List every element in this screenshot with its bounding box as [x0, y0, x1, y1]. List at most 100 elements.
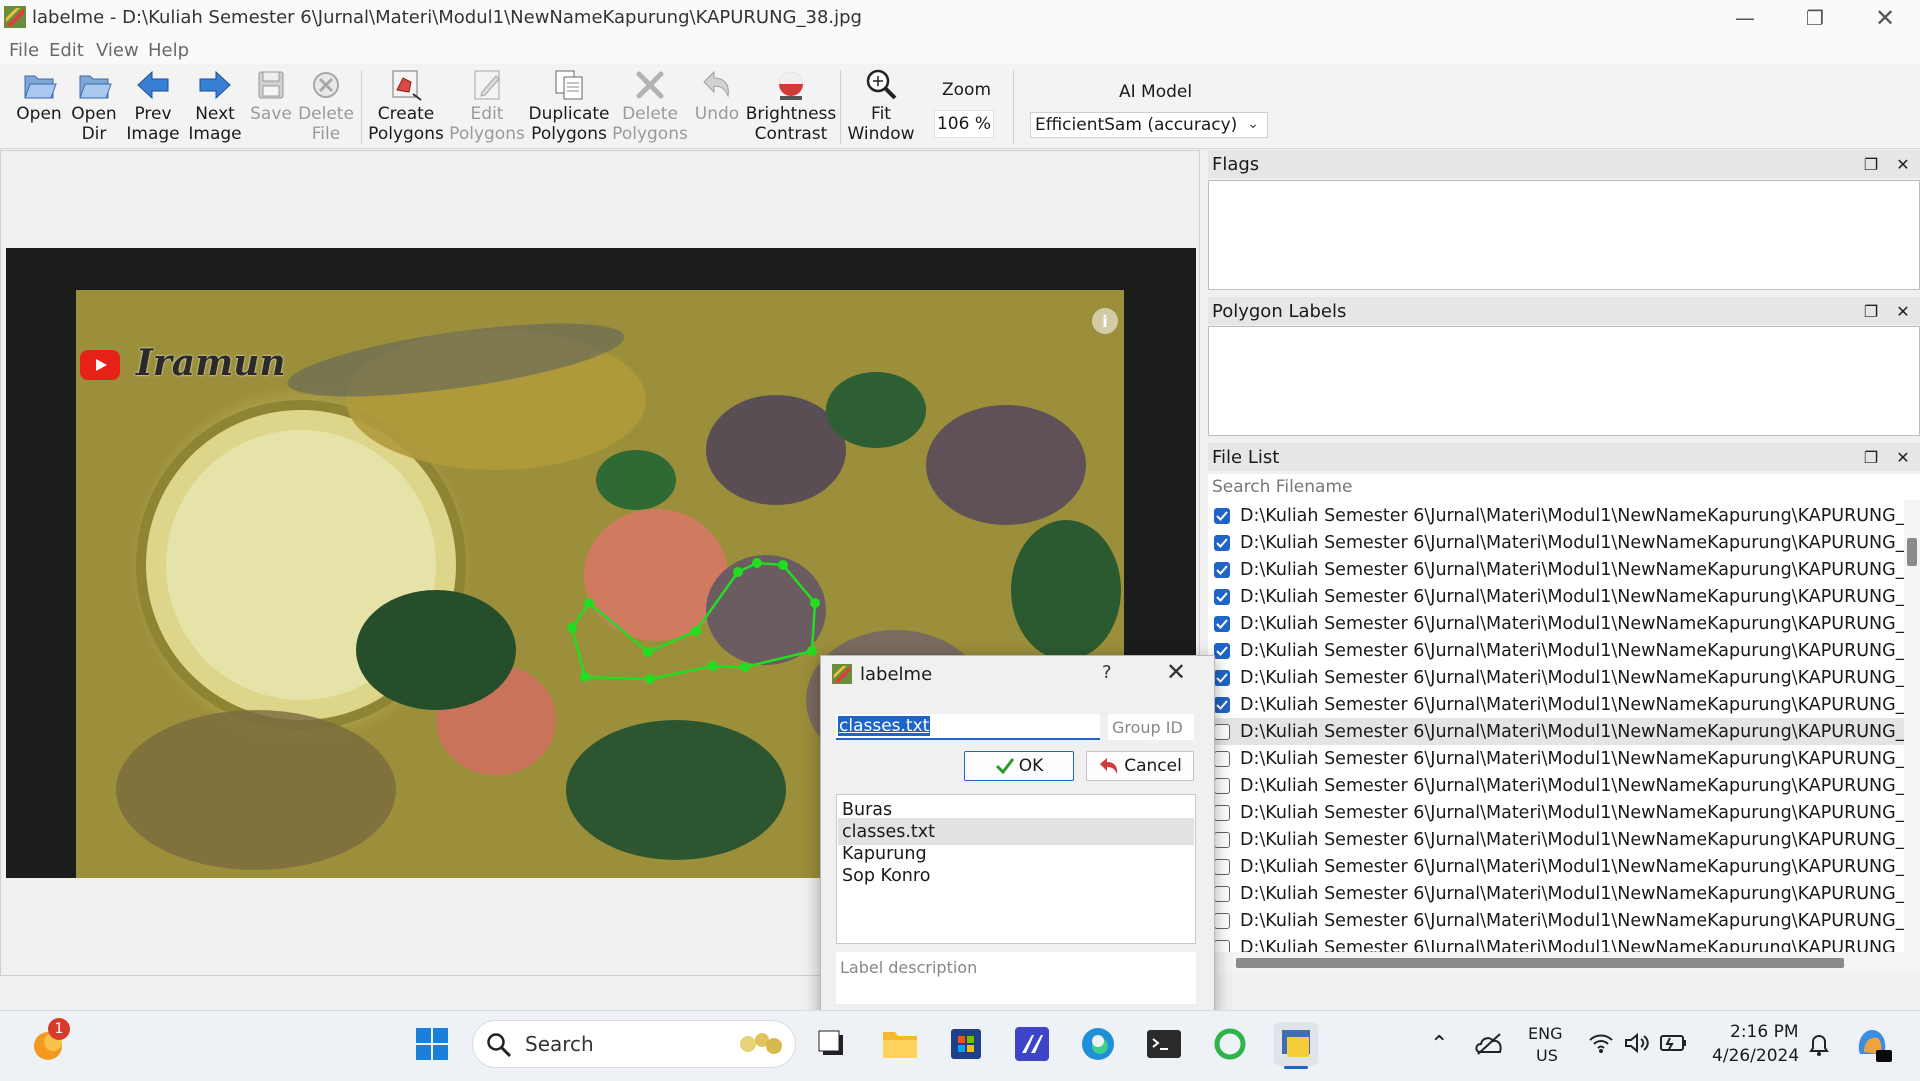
close-icon[interactable]: ✕: [1850, 0, 1920, 36]
task-view-icon[interactable]: [810, 1022, 854, 1066]
microsoft-store-icon[interactable]: [944, 1022, 988, 1066]
file-list-item[interactable]: D:\Kuliah Semester 6\Jurnal\Materi\Modul…: [1208, 772, 1904, 799]
file-search-input[interactable]: Search Filename: [1208, 474, 1920, 500]
file-list-item[interactable]: D:\Kuliah Semester 6\Jurnal\Materi\Modul…: [1208, 826, 1904, 853]
volume-icon[interactable]: [1624, 1032, 1652, 1054]
menu-file[interactable]: File: [9, 40, 39, 61]
file-checkbox[interactable]: [1214, 831, 1230, 848]
onedrive-icon[interactable]: [1474, 1032, 1504, 1056]
menu-edit[interactable]: Edit: [49, 40, 84, 61]
clock-date[interactable]: 4/26/2024: [1712, 1046, 1799, 1066]
file-list-item[interactable]: D:\Kuliah Semester 6\Jurnal\Materi\Modul…: [1208, 556, 1904, 583]
file-checkbox[interactable]: [1214, 588, 1230, 605]
minimize-icon[interactable]: —: [1710, 0, 1780, 36]
battery-icon[interactable]: [1660, 1034, 1688, 1052]
open-button[interactable]: Open: [16, 66, 62, 124]
float-icon[interactable]: ❐: [1860, 446, 1882, 468]
zoom-field[interactable]: 106 %: [934, 110, 994, 138]
duplicate-polygons-button[interactable]: Duplicate Polygons: [528, 66, 610, 144]
file-checkbox[interactable]: [1214, 696, 1230, 713]
restore-icon[interactable]: ❐: [1780, 0, 1850, 36]
file-checkbox[interactable]: [1214, 858, 1230, 875]
file-checkbox[interactable]: [1214, 939, 1230, 952]
file-list-item[interactable]: D:\Kuliah Semester 6\Jurnal\Materi\Modul…: [1208, 610, 1904, 637]
close-icon[interactable]: ✕: [1892, 300, 1914, 322]
python-app-icon[interactable]: [1274, 1022, 1318, 1066]
file-list-item[interactable]: D:\Kuliah Semester 6\Jurnal\Materi\Modul…: [1208, 664, 1904, 691]
help-icon[interactable]: ?: [1102, 662, 1112, 683]
file-list-item[interactable]: D:\Kuliah Semester 6\Jurnal\Materi\Modul…: [1208, 853, 1904, 880]
ai-model-select[interactable]: EfficientSam (accuracy) ⌄: [1030, 112, 1268, 138]
file-checkbox[interactable]: [1214, 750, 1230, 767]
file-checkbox[interactable]: [1214, 615, 1230, 632]
tray-overflow-icon[interactable]: ⌃: [1430, 1032, 1448, 1057]
file-list-scroll-thumb[interactable]: [1907, 538, 1917, 566]
close-icon[interactable]: ✕: [1892, 446, 1914, 468]
undo-button[interactable]: Undo: [692, 66, 742, 124]
edge-browser-icon[interactable]: [1076, 1022, 1120, 1066]
save-button[interactable]: Save: [250, 66, 292, 124]
file-list-item[interactable]: D:\Kuliah Semester 6\Jurnal\Materi\Modul…: [1208, 934, 1904, 952]
group-id-input[interactable]: Group ID: [1108, 714, 1194, 740]
menu-help[interactable]: Help: [148, 40, 189, 61]
windows-start-icon[interactable]: [410, 1022, 454, 1066]
open-dir-button[interactable]: Open Dir: [70, 66, 118, 144]
notifications-bell-icon[interactable]: [1806, 1032, 1832, 1058]
cancel-button[interactable]: Cancel: [1086, 751, 1194, 781]
file-checkbox[interactable]: [1214, 669, 1230, 686]
polygon-labels-panel[interactable]: [1208, 326, 1920, 436]
file-checkbox[interactable]: [1214, 885, 1230, 902]
file-list-item[interactable]: D:\Kuliah Semester 6\Jurnal\Materi\Modul…: [1208, 502, 1904, 529]
file-checkbox[interactable]: [1214, 507, 1230, 524]
file-list-item[interactable]: D:\Kuliah Semester 6\Jurnal\Materi\Modul…: [1208, 799, 1904, 826]
file-checkbox[interactable]: [1214, 912, 1230, 929]
zoom-fit-icon: [866, 69, 897, 100]
file-checkbox[interactable]: [1214, 642, 1230, 659]
float-icon[interactable]: ❐: [1860, 300, 1882, 322]
file-list-item[interactable]: D:\Kuliah Semester 6\Jurnal\Materi\Modul…: [1208, 907, 1904, 934]
language-indicator[interactable]: ENG: [1528, 1024, 1562, 1043]
copilot-icon[interactable]: [1852, 1024, 1892, 1064]
next-image-button[interactable]: Next Image: [188, 66, 242, 144]
menu-view[interactable]: View: [96, 40, 139, 61]
file-checkbox[interactable]: [1214, 777, 1230, 794]
file-checkbox[interactable]: [1214, 804, 1230, 821]
brightness-contrast-button[interactable]: Brightness Contrast: [746, 66, 836, 144]
file-list-item[interactable]: D:\Kuliah Semester 6\Jurnal\Materi\Modul…: [1208, 718, 1904, 745]
wifi-icon[interactable]: [1588, 1032, 1614, 1054]
file-explorer-icon[interactable]: [878, 1022, 922, 1066]
file-checkbox[interactable]: [1214, 534, 1230, 551]
label-description-input[interactable]: Label description: [836, 952, 1196, 1004]
fit-window-button[interactable]: Fit Window: [847, 66, 915, 144]
close-icon[interactable]: ✕: [1892, 153, 1914, 175]
file-list-item[interactable]: D:\Kuliah Semester 6\Jurnal\Materi\Modul…: [1208, 691, 1904, 718]
float-icon[interactable]: ❐: [1860, 153, 1882, 175]
file-list-item[interactable]: D:\Kuliah Semester 6\Jurnal\Materi\Modul…: [1208, 583, 1904, 610]
flags-panel[interactable]: [1208, 180, 1920, 290]
file-list-item[interactable]: D:\Kuliah Semester 6\Jurnal\Materi\Modul…: [1208, 637, 1904, 664]
create-polygons-button[interactable]: Create Polygons: [366, 66, 446, 144]
prev-image-button[interactable]: Prev Image: [126, 66, 180, 144]
label-name-input[interactable]: classes.txt: [836, 714, 1100, 740]
file-list-item[interactable]: D:\Kuliah Semester 6\Jurnal\Materi\Modul…: [1208, 880, 1904, 907]
save-label: Save: [250, 104, 292, 124]
edit-polygons-button[interactable]: Edit Polygons: [448, 66, 526, 144]
file-checkbox[interactable]: [1214, 561, 1230, 578]
file-checkbox[interactable]: [1214, 723, 1230, 740]
editor-app-icon[interactable]: [1010, 1022, 1054, 1066]
file-list-item[interactable]: D:\Kuliah Semester 6\Jurnal\Materi\Modul…: [1208, 745, 1904, 772]
ok-button[interactable]: OK: [964, 751, 1074, 781]
file-list-scrollbar[interactable]: [1904, 500, 1920, 952]
terminal-icon[interactable]: [1142, 1022, 1186, 1066]
file-list-hscroll-thumb[interactable]: [1236, 958, 1844, 968]
file-list-item[interactable]: D:\Kuliah Semester 6\Jurnal\Materi\Modul…: [1208, 529, 1904, 556]
green-ring-app-icon[interactable]: [1208, 1022, 1252, 1066]
save-icon: [258, 71, 284, 99]
delete-polygons-button[interactable]: Delete Polygons: [612, 66, 688, 144]
label-list[interactable]: Buras classes.txt Kapurung Sop Konro: [836, 794, 1196, 944]
close-icon[interactable]: ✕: [1166, 658, 1186, 686]
delete-file-button[interactable]: Delete File: [298, 66, 354, 144]
file-list[interactable]: D:\Kuliah Semester 6\Jurnal\Materi\Modul…: [1208, 500, 1904, 952]
clock-time[interactable]: 2:16 PM: [1730, 1022, 1799, 1042]
label-list-item[interactable]: Sop Konro: [838, 862, 1194, 889]
